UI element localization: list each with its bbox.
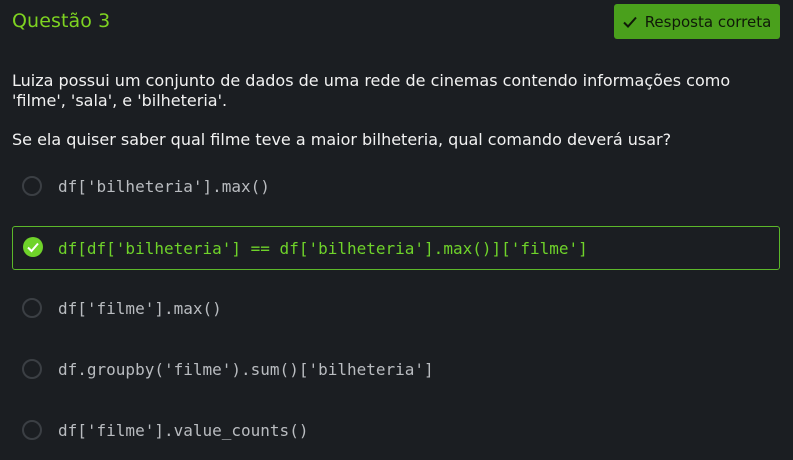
option-code: df['bilheteria'].max() — [58, 177, 270, 196]
check-icon — [622, 16, 637, 28]
check-circle-icon[interactable] — [22, 236, 44, 258]
question-title: Questão 3 — [12, 10, 111, 32]
radio-button[interactable] — [22, 420, 42, 440]
radio-button[interactable] — [22, 176, 42, 196]
answer-option-3[interactable]: df['filme'].max() — [12, 286, 780, 330]
question-card: Questão 3 Resposta correta Luiza possui … — [0, 0, 793, 460]
answer-option-1[interactable]: df['bilheteria'].max() — [12, 164, 780, 208]
radio-button[interactable] — [22, 359, 42, 379]
question-header: Questão 3 Resposta correta — [0, 0, 793, 44]
answer-option-4[interactable]: df.groupby('filme').sum()['bilheteria'] — [12, 347, 780, 391]
correct-answer-badge: Resposta correta — [614, 4, 780, 39]
option-code: df['filme'].value_counts() — [58, 421, 309, 440]
answer-option-2[interactable]: df[df['bilheteria'] == df['bilheteria'].… — [12, 226, 780, 270]
option-code: df.groupby('filme').sum()['bilheteria'] — [58, 360, 434, 379]
question-statement: Luiza possui um conjunto de dados de uma… — [12, 71, 731, 110]
option-code: df['filme'].max() — [58, 299, 222, 318]
answer-option-5[interactable]: df['filme'].value_counts() — [12, 408, 780, 452]
radio-button[interactable] — [22, 298, 42, 318]
option-code: df[df['bilheteria'] == df['bilheteria'].… — [58, 239, 588, 258]
badge-label: Resposta correta — [644, 12, 772, 31]
question-prompt: Se ela quiser saber qual filme teve a ma… — [12, 130, 672, 149]
